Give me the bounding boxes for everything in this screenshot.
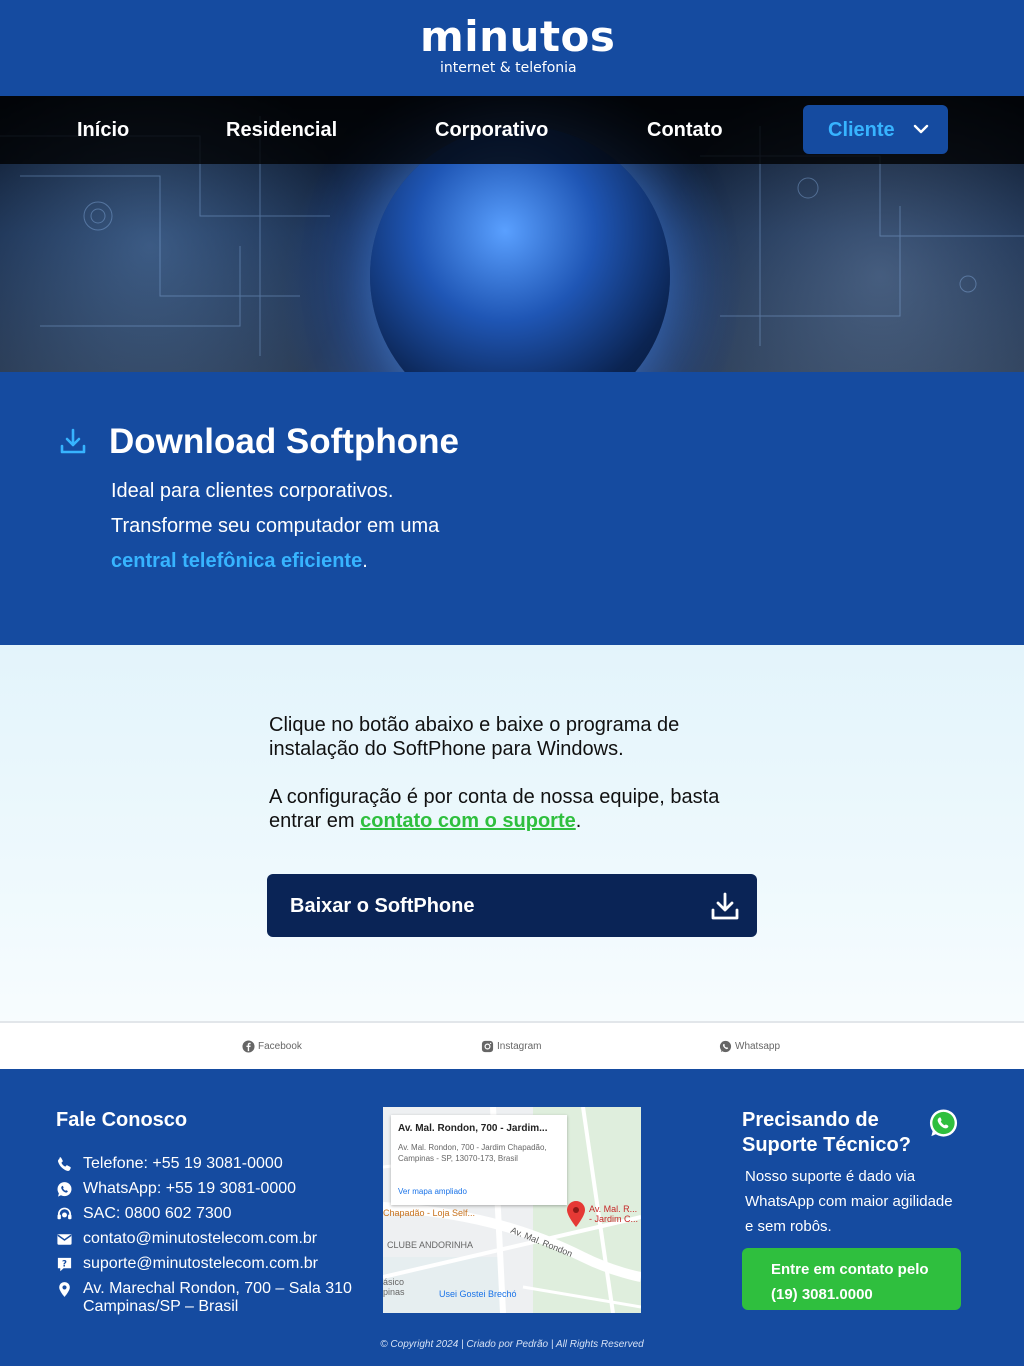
page-title-band: Download Softphone Ideal para clientes c… [0, 372, 1024, 645]
map-pin-icon[interactable] [567, 1201, 585, 1227]
help-chat-icon: ? [57, 1257, 72, 1272]
map-expand-link[interactable]: Ver mapa ampliado [398, 1187, 467, 1197]
whatsapp-label: Whatsapp [735, 1041, 781, 1053]
site-header: minutos internet & telefonia [0, 0, 1024, 96]
copyright-text: © Copyright 2024 | Criado por Pedrão | A… [380, 1339, 644, 1350]
social-link-instagram[interactable]: Instagram [481, 1040, 541, 1053]
page-title: Download Softphone [109, 422, 459, 461]
chevron-down-icon [913, 124, 929, 134]
download-section: Clique no botão abaixo e baixe o program… [0, 645, 1024, 1021]
whatsapp-icon[interactable] [928, 1108, 959, 1139]
location-pin-icon [59, 1282, 70, 1297]
nav-item-corporativo[interactable]: Corporativo [435, 118, 548, 142]
site-footer: Fale Conosco Telefone: +55 19 3081-0000 … [0, 1069, 1024, 1366]
client-dropdown-button[interactable]: Cliente [803, 105, 948, 154]
download-icon [711, 892, 739, 920]
contact-section-title: Fale Conosco [56, 1109, 188, 1131]
map-pin-label: Av. Mal. R... - Jardim C... [589, 1204, 639, 1224]
svg-text:?: ? [62, 1259, 67, 1269]
config-instructions: A configuração é por conta de nossa equi… [269, 785, 749, 833]
brand-logo[interactable]: minutos internet & telefonia [420, 14, 615, 78]
nav-item-contato[interactable]: Contato [647, 118, 723, 142]
map-card-address: Av. Mal. Rondon, 700 - Jardim Chapadão, … [398, 1143, 547, 1163]
support-contact-link[interactable]: contato com o suporte [360, 810, 576, 832]
map-store-label: Chapadão - Loja Self... [383, 1208, 476, 1218]
map-brecho-label: Usei Gostei Brechó [439, 1289, 517, 1299]
support-title: Precisando de Suporte Técnico? [742, 1109, 911, 1156]
band-highlight-suffix: . [362, 550, 368, 572]
whatsapp-text: WhatsApp: +55 19 3081-0000 [83, 1180, 297, 1197]
band-subtitle-line-1: Ideal para clientes corporativos. [111, 480, 394, 502]
map-info-card: Av. Mal. Rondon, 700 - Jardim... Av. Mal… [391, 1115, 567, 1205]
map-club-label: CLUBE ANDORINHA [387, 1240, 474, 1250]
phone-icon [57, 1157, 71, 1172]
location-map[interactable]: Av. Mal. Rondon, 700 - Jardim... Av. Mal… [383, 1107, 641, 1313]
address-line-2: Campinas/SP – Brasil [83, 1298, 239, 1315]
instagram-label: Instagram [497, 1041, 542, 1053]
support-button-label: Entre em contato pelo (19) 3081.0000 [771, 1261, 929, 1303]
band-highlight: central telefônica eficiente [111, 550, 363, 572]
phone-text: Telefone: +55 19 3081-0000 [83, 1155, 283, 1172]
nav-item-residencial[interactable]: Residencial [226, 118, 337, 142]
facebook-icon [242, 1040, 255, 1053]
sac-text: SAC: 0800 602 7300 [83, 1205, 232, 1222]
download-instructions: Clique no botão abaixo e baixe o program… [269, 714, 680, 760]
support-description: Nosso suporte é dado via WhatsApp com ma… [745, 1168, 953, 1235]
band-subtitle-line-3: central telefônica eficiente. [111, 548, 368, 574]
mail-icon [57, 1234, 72, 1245]
config-suffix: . [575, 810, 582, 832]
whatsapp-icon [57, 1182, 72, 1197]
download-button-label: Baixar o SoftPhone [290, 895, 475, 917]
main-nav: Início Residencial Corporativo Contato C… [0, 96, 1024, 164]
client-dropdown-label: Cliente [828, 119, 895, 141]
social-link-facebook[interactable]: Facebook [242, 1040, 302, 1053]
whatsapp-icon [719, 1040, 732, 1053]
map-basico-label: ásico pinas [383, 1277, 405, 1297]
address-line-1: Av. Marechal Rondon, 700 – Sala 310 [83, 1280, 352, 1297]
support-email-text: suporte@minutostelecom.com.br [83, 1255, 318, 1272]
headset-icon [57, 1207, 72, 1220]
instagram-icon [481, 1040, 494, 1053]
social-link-whatsapp[interactable]: Whatsapp [719, 1040, 780, 1053]
facebook-label: Facebook [258, 1041, 302, 1053]
support-contact-button[interactable]: Entre em contato pelo (19) 3081.0000 [742, 1248, 961, 1310]
social-links-bar: Facebook Instagram Whatsapp [0, 1021, 1024, 1069]
band-subtitle-line-2: Transforme seu computador em uma [111, 515, 440, 537]
download-softphone-button[interactable]: Baixar o SoftPhone [267, 874, 757, 937]
contact-email-text: contato@minutostelecom.com.br [83, 1230, 318, 1247]
download-icon [60, 428, 86, 454]
nav-item-inicio[interactable]: Início [77, 118, 129, 142]
logo-tagline: internet & telefonia [440, 60, 577, 76]
map-card-title: Av. Mal. Rondon, 700 - Jardim... [398, 1123, 548, 1134]
logo-wordmark: minutos [420, 12, 616, 61]
